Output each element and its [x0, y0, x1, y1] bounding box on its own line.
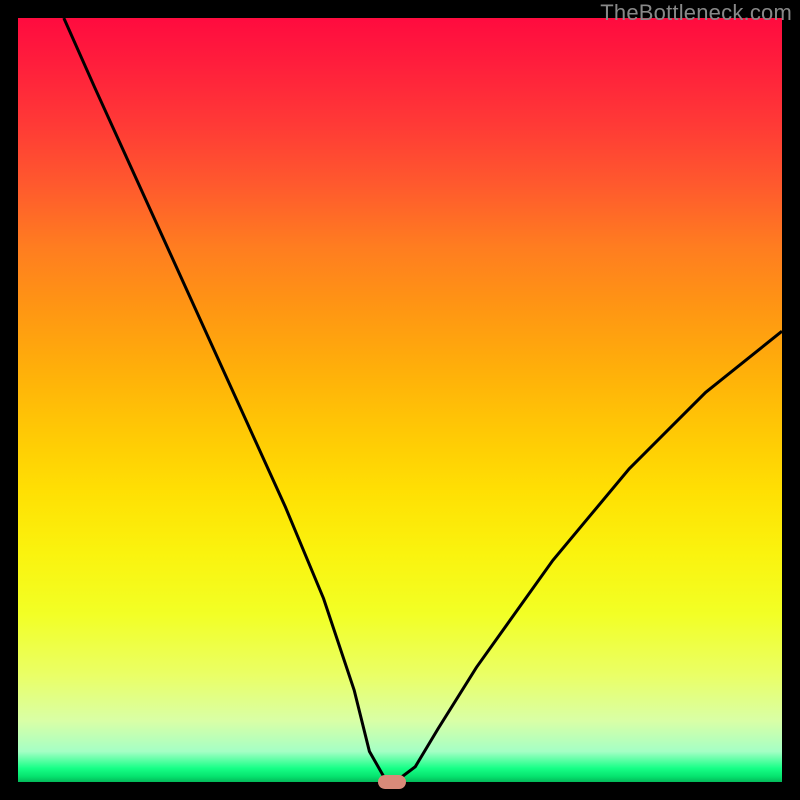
optimal-marker	[378, 775, 406, 789]
bottleneck-curve	[18, 18, 782, 782]
chart-frame: TheBottleneck.com	[0, 0, 800, 800]
plot-area	[18, 18, 782, 782]
watermark-text: TheBottleneck.com	[600, 0, 792, 26]
